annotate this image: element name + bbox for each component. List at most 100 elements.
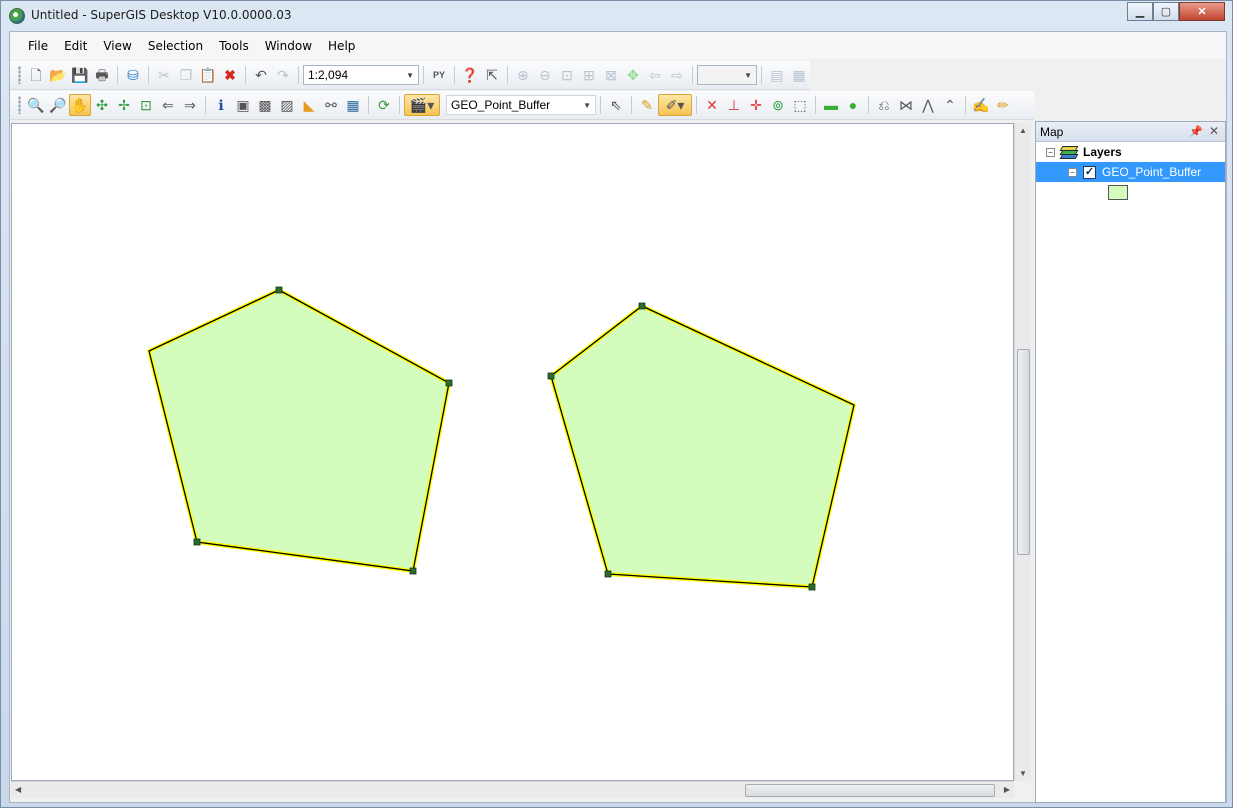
vertex-handle[interactable]: [275, 286, 283, 294]
panel-close-icon[interactable]: ✕: [1209, 124, 1219, 138]
zoom-to-selection-icon[interactable]: ✢: [113, 94, 135, 116]
zoom-selected-icon[interactable]: ⊞: [578, 64, 600, 86]
scroll-down-icon[interactable]: ▼: [1019, 769, 1027, 778]
vertex-handle[interactable]: [808, 583, 816, 591]
identify-icon[interactable]: ℹ: [210, 94, 232, 116]
edit-pen-icon[interactable]: ✏: [992, 94, 1014, 116]
vertical-scroll-thumb[interactable]: [1017, 349, 1030, 555]
close-button[interactable]: ✕: [1179, 2, 1225, 21]
vertex-handle[interactable]: [638, 302, 646, 310]
rotate-icon[interactable]: ⊚: [767, 94, 789, 116]
layer-symbol-swatch[interactable]: [1108, 184, 1128, 200]
vertex-handle[interactable]: [445, 379, 453, 387]
forward-extent-icon[interactable]: ⇨: [666, 64, 688, 86]
scale-combo[interactable]: 1:2,094 ▼: [303, 65, 419, 85]
horizontal-scroll-thumb[interactable]: [745, 784, 995, 797]
find-icon[interactable]: ▣: [232, 94, 254, 116]
pin-icon[interactable]: 📌: [1189, 125, 1203, 138]
cut-feature-icon[interactable]: ✕: [701, 94, 723, 116]
zoom-in-icon[interactable]: 🔍: [25, 94, 47, 116]
intersect-icon[interactable]: ⌃: [939, 94, 961, 116]
select-box-icon[interactable]: ⬚: [789, 94, 811, 116]
menu-window[interactable]: Window: [257, 39, 320, 53]
redo-icon[interactable]: ↷: [272, 64, 294, 86]
open-icon[interactable]: 📂: [47, 64, 69, 86]
paste-icon[interactable]: 📋: [197, 64, 219, 86]
tree-row-symbol[interactable]: [1036, 182, 1225, 202]
zoom-extent-icon[interactable]: ⊠: [600, 64, 622, 86]
buffer-polygon-1[interactable]: [147, 288, 451, 573]
map-canvas[interactable]: [11, 123, 1014, 781]
union-icon[interactable]: ⋀: [917, 94, 939, 116]
scroll-right-icon[interactable]: ▶: [1004, 785, 1010, 794]
vertex-handle[interactable]: [409, 567, 417, 575]
vertex-handle[interactable]: [604, 570, 612, 578]
mirror-icon[interactable]: ⎌: [873, 94, 895, 116]
menu-edit[interactable]: Edit: [56, 39, 95, 53]
collapse-icon[interactable]: −: [1068, 167, 1077, 177]
buffer-polygon-2[interactable]: [549, 304, 856, 589]
html-popup-icon[interactable]: ▨: [276, 94, 298, 116]
circle-icon[interactable]: ●: [842, 94, 864, 116]
undo-icon[interactable]: ↶: [250, 64, 272, 86]
copy-icon[interactable]: ❐: [175, 64, 197, 86]
tree-row-layer[interactable]: − ✓ GEO_Point_Buffer: [1036, 162, 1225, 182]
edit-select-icon[interactable]: ⇖: [605, 94, 627, 116]
map-horizontal-scrollbar[interactable]: ◀ ▶: [11, 781, 1014, 798]
menu-selection[interactable]: Selection: [140, 39, 211, 53]
add-data-icon[interactable]: ⛁: [122, 64, 144, 86]
map-vertical-scrollbar[interactable]: ▲ ▼: [1014, 123, 1031, 781]
back-icon[interactable]: ⇐: [157, 94, 179, 116]
pan-icon[interactable]: ✋: [69, 94, 91, 116]
maximize-button[interactable]: ▢: [1153, 2, 1179, 21]
map-drawing[interactable]: [12, 124, 1015, 782]
collapse-icon[interactable]: −: [1046, 147, 1055, 157]
new-icon[interactable]: 🗋: [25, 64, 47, 86]
fixed-zoom-in-icon[interactable]: ⊕: [512, 64, 534, 86]
hyperlink-icon[interactable]: ▩: [254, 94, 276, 116]
reshape-icon[interactable]: ✛: [745, 94, 767, 116]
catalog-icon[interactable]: ▦: [788, 64, 810, 86]
fixed-zoom-out-icon[interactable]: ⊖: [534, 64, 556, 86]
tree-row-layers[interactable]: − Layers: [1036, 142, 1225, 162]
layer-visibility-checkbox[interactable]: ✓: [1083, 165, 1096, 179]
whats-this-icon[interactable]: ⇱: [481, 64, 503, 86]
target-layer-combo[interactable]: GEO_Point_Buffer ▼: [446, 95, 596, 115]
scroll-left-icon[interactable]: ◀: [15, 785, 21, 794]
menu-file[interactable]: File: [20, 39, 56, 53]
help-icon[interactable]: ❓: [459, 64, 481, 86]
vertex-handle[interactable]: [547, 372, 555, 380]
pencil-icon[interactable]: ✎: [636, 94, 658, 116]
connect-icon[interactable]: ⚯: [320, 94, 342, 116]
print-icon[interactable]: 🖶: [91, 64, 113, 86]
save-icon[interactable]: 💾: [69, 64, 91, 86]
pan-all-icon[interactable]: ✥: [622, 64, 644, 86]
fit-icon[interactable]: ⊡: [135, 94, 157, 116]
merge-icon[interactable]: ⋈: [895, 94, 917, 116]
zoom-out-icon[interactable]: 🔎: [47, 94, 69, 116]
delete-icon[interactable]: ✖: [219, 64, 241, 86]
layout-icon[interactable]: ▤: [766, 64, 788, 86]
forward-icon[interactable]: ⇒: [179, 94, 201, 116]
menu-help[interactable]: Help: [320, 39, 363, 53]
minimize-button[interactable]: ▁: [1127, 2, 1153, 21]
attributes-icon[interactable]: ✍: [970, 94, 992, 116]
menu-view[interactable]: View: [95, 39, 139, 53]
measure-icon[interactable]: ◣: [298, 94, 320, 116]
sketch-tool-icon[interactable]: ✐▾: [658, 94, 692, 116]
vertex-handle[interactable]: [193, 538, 201, 546]
toolbar-grip[interactable]: [18, 96, 21, 114]
rectangle-icon[interactable]: ▬: [820, 94, 842, 116]
refresh-icon[interactable]: ⟳: [373, 94, 395, 116]
menu-tools[interactable]: Tools: [211, 39, 257, 53]
back-extent-icon[interactable]: ⇦: [644, 64, 666, 86]
grid-icon[interactable]: ▦: [342, 94, 364, 116]
cut-icon[interactable]: ✂: [153, 64, 175, 86]
scroll-up-icon[interactable]: ▲: [1019, 126, 1027, 135]
editor-icon[interactable]: 🎬▾: [404, 94, 440, 116]
split-icon[interactable]: ⊥: [723, 94, 745, 116]
toolbar-grip[interactable]: [18, 66, 21, 84]
python-icon[interactable]: PY: [428, 64, 450, 86]
full-extent-icon[interactable]: ✣: [91, 94, 113, 116]
zoom-layer-icon[interactable]: ⊡: [556, 64, 578, 86]
